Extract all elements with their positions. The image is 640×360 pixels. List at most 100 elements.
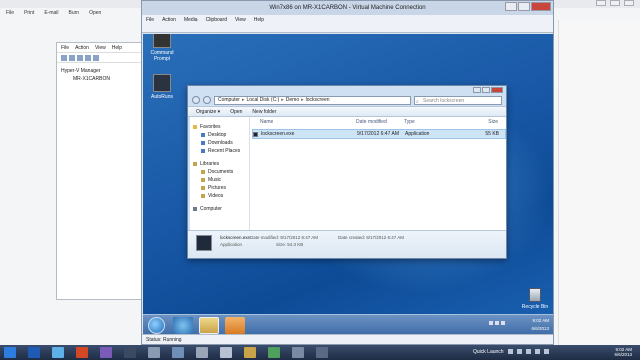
breadcrumb-local-disk[interactable]: Local Disk (C:) [246,97,279,103]
nav-computer[interactable]: Computer [190,205,249,213]
breadcrumb-separator: ▸ [281,97,284,103]
nav-pictures[interactable]: Pictures [190,184,249,192]
nav-music[interactable]: Music [190,176,249,184]
forward-icon[interactable] [69,55,75,61]
column-type[interactable]: Type [404,119,452,125]
hv-menu-file[interactable]: File [61,45,69,51]
desktop-icon-autoruns[interactable]: AutoRuns [147,74,177,100]
onenote-icon[interactable] [100,347,112,358]
file-type-cell: Application [405,131,430,137]
notepad-icon[interactable] [220,347,232,358]
application-icon [253,132,258,137]
tray-icon[interactable] [535,349,540,354]
breadcrumb-demo[interactable]: Demo [286,97,299,103]
file-row[interactable]: lockscreen.exe 9/17/2012 6:47 AM Applica… [252,129,506,139]
tree-item-server[interactable]: MR-X1CARBON [61,75,141,83]
nav-favorites[interactable]: Favorites [190,123,249,131]
photo-viewer-icon[interactable] [268,347,280,358]
menu-email[interactable]: E-mail [44,10,58,20]
remote-desktop-icon[interactable] [196,347,208,358]
back-button[interactable] [192,96,200,104]
quick-launch-toolbar[interactable]: Quick Launch [473,345,504,360]
explorer-maximize-button[interactable] [482,87,490,93]
search-input[interactable]: ⌕ Search lockscreen [414,95,502,105]
vm-menu-media[interactable]: Media [184,15,198,25]
music-icon [201,178,205,182]
vm-menu-file[interactable]: File [146,15,154,25]
volume-icon[interactable] [501,321,505,325]
desktop-icon-command-prompt[interactable]: Command Prompt [147,34,177,62]
hv-menu-view[interactable]: View [95,45,106,51]
address-bar[interactable]: Computer ▸ Local Disk (C:) ▸ Demo ▸ lock… [214,95,411,105]
vm-menu-clipboard[interactable]: Clipboard [206,15,227,25]
internet-explorer-icon[interactable] [52,347,64,358]
breadcrumb-lockscreen[interactable]: lockscreen [306,97,330,103]
system-tray: 9:02 AM 6/6/2013 [489,317,549,335]
media-player-icon[interactable] [225,317,245,334]
maximize-button[interactable] [610,0,620,6]
menu-open[interactable]: Open [89,10,101,20]
column-name[interactable]: Name [252,119,356,125]
back-icon[interactable] [61,55,67,61]
vm-maximize-button[interactable] [518,2,530,11]
nav-videos[interactable]: Videos [190,192,249,200]
desktop-icon-recycle-bin[interactable]: Recycle Bin [521,288,549,310]
explorer-close-button[interactable] [491,87,503,93]
start-button[interactable] [148,317,165,334]
column-date-modified[interactable]: Date modified [356,119,404,125]
nav-recent-places[interactable]: Recent Places [190,147,249,155]
vm-menu-help[interactable]: Help [254,15,264,25]
taskbar-app-icon[interactable] [316,347,328,358]
organize-button[interactable]: Organize ▾ [196,109,220,115]
start-icon[interactable] [4,347,16,358]
close-button[interactable] [624,0,634,6]
network-icon[interactable] [495,321,499,325]
breadcrumb-computer[interactable]: Computer [218,97,240,103]
flag-icon[interactable] [489,321,493,325]
guest-clock-date[interactable]: 6/6/2013 [489,325,549,333]
tray-icon[interactable] [517,349,522,354]
host-clock[interactable]: 9:02 AM 6/6/2013 [614,347,632,357]
explorer-minimize-button[interactable] [473,87,481,93]
photo-viewer-controls [596,0,634,6]
file-explorer-icon[interactable] [244,347,256,358]
help-icon[interactable] [93,55,99,61]
nav-desktop[interactable]: Desktop [190,131,249,139]
tray-icon[interactable] [526,349,531,354]
menu-burn[interactable]: Burn [69,10,80,20]
vm-minimize-button[interactable] [505,2,517,11]
forward-button[interactable] [203,96,211,104]
nav-libraries[interactable]: Libraries [190,160,249,168]
internet-explorer-icon[interactable] [173,317,193,334]
vm-menu-view[interactable]: View [235,15,246,25]
nav-downloads[interactable]: Downloads [190,139,249,147]
properties-icon[interactable] [85,55,91,61]
hv-menu-action[interactable]: Action [75,45,89,51]
vm-close-button[interactable] [531,2,551,11]
menu-file[interactable]: File [6,10,14,20]
windows-explorer-icon[interactable] [199,317,219,334]
outlook-icon[interactable] [28,347,40,358]
vm-menu-action[interactable]: Action [162,15,176,25]
show-tree-icon[interactable] [77,55,83,61]
open-button[interactable]: Open [230,109,242,115]
powerpoint-icon[interactable] [76,347,88,358]
taskbar-app-icon[interactable] [292,347,304,358]
new-folder-button[interactable]: New folder [252,109,276,115]
tray-icon[interactable] [508,349,513,354]
hv-menu-help[interactable]: Help [112,45,122,51]
tray-icon[interactable] [544,349,549,354]
explorer-window-controls [473,87,503,93]
vm-connection-icon[interactable] [172,347,184,358]
libraries-icon [193,162,197,166]
hyperv-manager-icon[interactable] [148,347,160,358]
nav-label: Favorites [200,124,221,130]
menu-print[interactable]: Print [24,10,34,20]
command-prompt-icon[interactable] [124,347,136,358]
minimize-button[interactable] [596,0,606,6]
tree-root-hyperv-manager[interactable]: Hyper-V Manager [61,67,141,75]
autoruns-icon [153,74,171,92]
hyperv-manager-window: File Action View Help Hyper-V Manager MR… [56,42,146,300]
nav-documents[interactable]: Documents [190,168,249,176]
column-size[interactable]: Size [452,119,502,125]
